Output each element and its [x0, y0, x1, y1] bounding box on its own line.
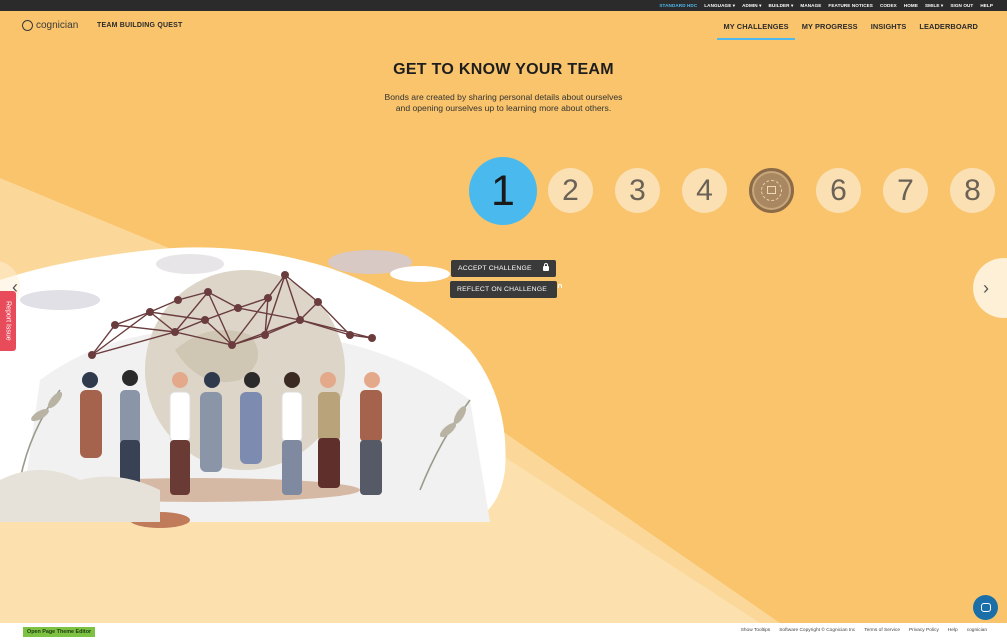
footer-show-tooltips[interactable]: Show Tooltips — [741, 628, 771, 633]
logo-text: cognician — [36, 20, 79, 31]
topbar-home[interactable]: HOME — [904, 3, 918, 8]
report-issue-tab[interactable]: Report Issue — [0, 291, 16, 351]
page-title: GET TO KNOW YOUR TEAM — [393, 61, 614, 78]
step-7[interactable]: 7 — [883, 168, 928, 213]
step-5-badge-icon[interactable] — [749, 168, 794, 213]
accept-challenge-button[interactable]: ACCEPT CHALLENGE — [451, 260, 556, 277]
admin-bar: STANDARD HDC LANGUAGE ▾ ADMIN ▾ BUILDER … — [0, 0, 1007, 11]
chat-icon — [980, 603, 991, 612]
topbar-smile[interactable]: SMILE ▾ — [925, 3, 943, 9]
main-nav: cognician TEAM BUILDING QUEST MY CHALLEN… — [0, 11, 1007, 41]
logo-icon — [22, 20, 33, 31]
chat-launcher-button[interactable] — [973, 595, 998, 620]
step-4[interactable]: 4 — [682, 168, 727, 213]
topbar-help[interactable]: HELP — [980, 3, 993, 8]
nav-tabs: MY CHALLENGES MY PROGRESS INSIGHTS LEADE… — [717, 22, 978, 40]
topbar-manage[interactable]: MANAGE — [800, 3, 821, 8]
open-theme-editor-button[interactable]: Open Page Theme Editor — [23, 627, 96, 637]
step-2[interactable]: 2 — [548, 168, 593, 213]
lock-icon — [543, 263, 549, 271]
cognician-logo[interactable]: cognician — [22, 20, 78, 31]
footer-copyright[interactable]: Software Copyright © Cognician Inc — [779, 628, 855, 633]
chevron-right-icon: › — [983, 277, 989, 298]
reflect-challenge-label: REFLECT ON CHALLENGE — [457, 286, 547, 293]
tab-my-challenges[interactable]: MY CHALLENGES — [717, 22, 795, 40]
topbar-sign-out[interactable]: SIGN OUT — [950, 3, 973, 8]
topbar-admin[interactable]: ADMIN ▾ — [742, 3, 761, 9]
footer-links: Show Tooltips Software Copyright © Cogni… — [741, 628, 987, 633]
topbar-feature-notices[interactable]: FEATURE NOTICES — [828, 3, 873, 8]
topbar-language[interactable]: LANGUAGE ▾ — [704, 3, 735, 9]
step-8[interactable]: 8 — [950, 168, 995, 213]
team-illustration — [0, 247, 506, 528]
step-3[interactable]: 3 — [615, 168, 660, 213]
topbar-standard-hdc[interactable]: STANDARD HDC — [659, 3, 697, 8]
accept-challenge-label: ACCEPT CHALLENGE — [458, 265, 532, 272]
footer-terms[interactable]: Terms of Service — [864, 628, 900, 633]
badge-box-icon — [767, 186, 776, 194]
step-6[interactable]: 6 — [816, 168, 861, 213]
quest-title: TEAM BUILDING QUEST — [97, 22, 183, 29]
topbar-codex[interactable]: CODEX — [880, 3, 897, 8]
footer-help[interactable]: Help — [948, 628, 958, 633]
page-description: Bonds are created by sharing personal de… — [384, 92, 623, 113]
step-1[interactable]: 1 — [469, 157, 537, 225]
reflect-challenge-button[interactable]: REFLECT ON CHALLENGE — [450, 281, 562, 298]
footer: Open Page Theme Editor Show Tooltips Sof… — [0, 623, 1007, 641]
tab-leaderboard[interactable]: LEADERBOARD — [919, 22, 978, 40]
tab-my-progress[interactable]: MY PROGRESS — [802, 22, 858, 40]
tab-insights[interactable]: INSIGHTS — [871, 22, 907, 40]
topbar-builder[interactable]: BUILDER ▾ — [768, 3, 793, 9]
footer-cognician-logo[interactable]: cognician — [967, 628, 987, 633]
footer-privacy[interactable]: Privacy Policy — [909, 628, 939, 633]
